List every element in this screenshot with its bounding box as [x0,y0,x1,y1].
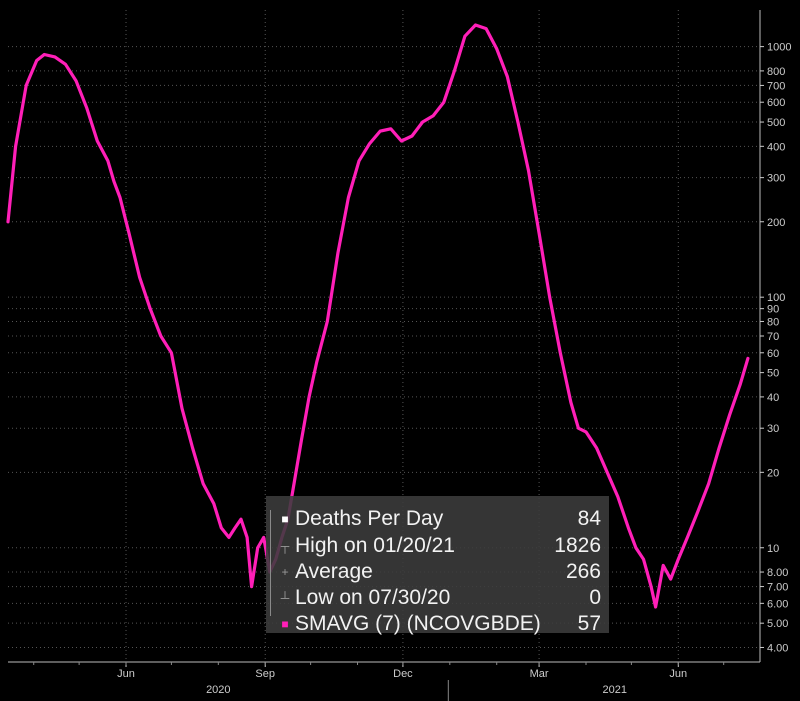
y-tick-label: 300 [767,173,785,185]
legend-label: Average [295,560,373,583]
y-tick-label: 5.00 [767,618,788,630]
y-tick-label: 80 [767,316,779,328]
legend-label: Deaths Per Day [295,507,444,530]
y-tick-label: 600 [767,97,785,109]
y-tick-label: 500 [767,117,785,129]
y-tick-label: 70 [767,331,779,343]
x-tick-label: Dec [393,668,413,680]
y-tick-label: 4.00 [767,642,788,654]
x-tick-label: Sep [255,668,275,680]
high-marker-icon: ┬ [280,539,290,553]
legend-label: High on 01/20/21 [295,534,455,557]
legend-label: Low on 07/30/20 [295,586,451,609]
y-tick-label: 60 [767,348,779,360]
y-tick-label: 40 [767,392,779,404]
y-tick-label: 200 [767,217,785,229]
x-tick-label: Jun [669,668,687,680]
x-tick-label: Mar [530,668,549,680]
legend-item-low[interactable]: ┴ Low on 07/30/20 0 [266,585,609,611]
x-axis-ticks: Jun Sep Dec Mar Jun 2020 2021 [33,662,725,701]
legend-value: 57 [577,612,601,635]
legend-value: 0 [589,586,601,609]
square-marker-icon: ■ [281,617,289,631]
legend-item-high[interactable]: ┬ High on 01/20/21 1826 [266,533,609,559]
y-tick-label: 700 [767,80,785,92]
y-tick-label: 8.00 [767,567,788,579]
legend-box: ■ Deaths Per Day 84 ┬ High on 01/20/21 1… [266,496,609,635]
y-axis-ticks: 4.005.006.007.008.0010203040506070809010… [760,42,791,654]
x-tick-label: Jun [117,668,135,680]
legend-value: 266 [565,560,601,583]
y-tick-label: 800 [767,66,785,78]
average-marker-icon: + [281,565,289,579]
y-tick-label: 30 [767,423,779,435]
y-tick-label: 400 [767,141,785,153]
y-tick-label: 7.00 [767,582,788,594]
legend-value: 1826 [554,534,601,557]
legend-value: 84 [577,507,601,530]
y-tick-label: 10 [767,543,779,555]
y-tick-label: 1000 [767,42,791,54]
legend-item-smavg[interactable]: ■ SMAVG (7) (NCOVGBDE) 57 [266,611,609,637]
y-tick-label: 90 [767,304,779,316]
x-year-label: 2020 [206,684,230,696]
y-tick-label: 6.00 [767,598,788,610]
square-marker-icon: ■ [281,512,289,526]
legend-item-average[interactable]: + Average 266 [266,559,609,585]
legend-item-deaths[interactable]: ■ Deaths Per Day 84 [266,506,609,532]
y-tick-label: 100 [767,292,785,304]
legend-label: SMAVG (7) (NCOVGBDE) [295,612,541,635]
x-year-label: 2021 [603,684,627,696]
low-marker-icon: ┴ [280,591,290,605]
y-tick-label: 20 [767,467,779,479]
y-tick-label: 50 [767,368,779,380]
